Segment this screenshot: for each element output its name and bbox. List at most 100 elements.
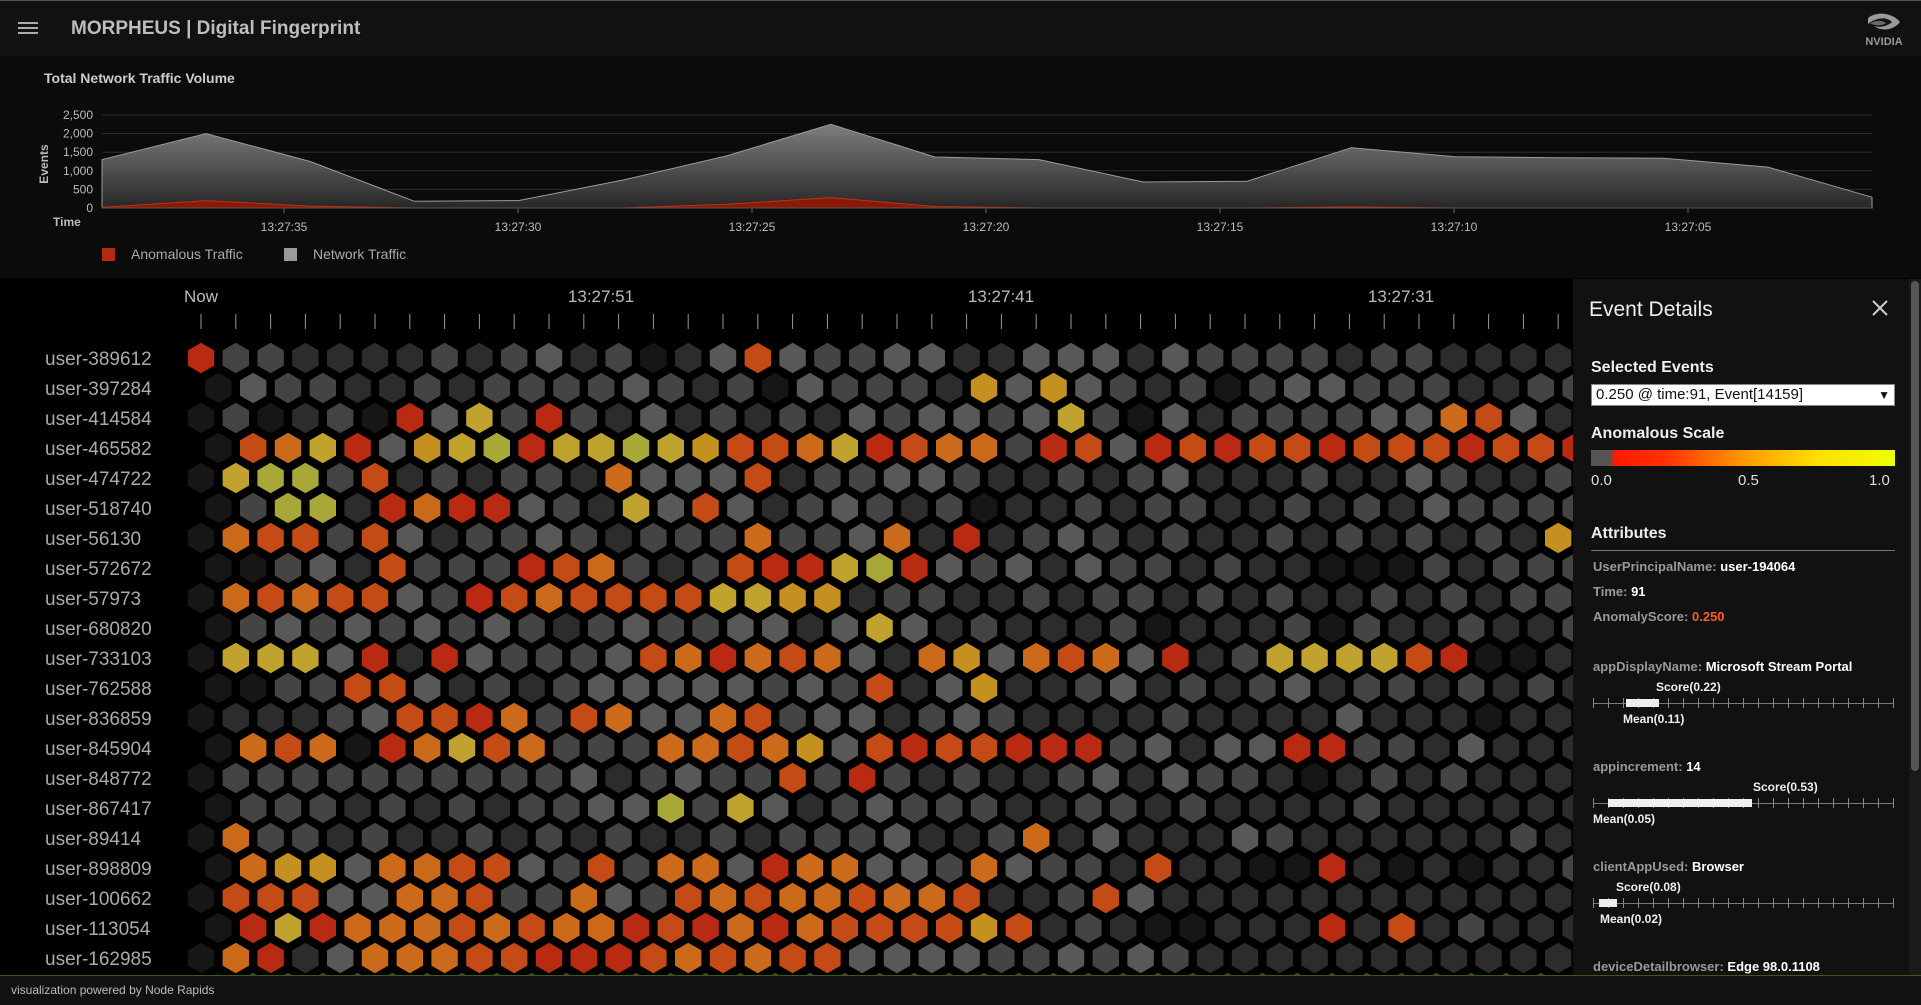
scrollbar-thumb[interactable] [1911, 281, 1919, 771]
event-hex-cell[interactable] [866, 612, 893, 644]
event-hex-cell[interactable] [1301, 522, 1328, 554]
event-hex-cell[interactable] [918, 522, 945, 554]
event-hex-cell[interactable] [205, 552, 232, 584]
event-hex-cell[interactable] [222, 762, 249, 794]
event-hex-cell[interactable] [1162, 402, 1189, 434]
event-hex-cell[interactable] [901, 432, 928, 464]
event-hex-cell[interactable] [414, 912, 441, 944]
event-hex-cell[interactable] [1231, 762, 1259, 794]
event-hex-cell[interactable] [501, 942, 528, 974]
event-hex-cell[interactable] [1353, 432, 1380, 464]
event-hex-cell[interactable] [709, 522, 737, 554]
event-hex-cell[interactable] [240, 732, 267, 764]
event-hex-cell[interactable] [692, 672, 719, 704]
event-hex-cell[interactable] [309, 492, 336, 524]
event-hex-cell[interactable] [692, 612, 719, 644]
event-hex-cell[interactable] [1023, 582, 1050, 614]
event-hex-cell[interactable] [675, 642, 702, 674]
event-hex-cell[interactable] [448, 432, 476, 464]
event-hex-cell[interactable] [640, 882, 667, 914]
event-hex-cell[interactable] [1510, 582, 1537, 614]
event-hex-cell[interactable] [1301, 462, 1328, 494]
event-hex-cell[interactable] [1440, 522, 1467, 554]
event-hex-cell[interactable] [1179, 552, 1206, 584]
event-hex-cell[interactable] [1510, 402, 1537, 434]
event-hex-cell[interactable] [414, 672, 441, 704]
event-hex-cell[interactable] [1423, 912, 1450, 944]
event-hex-cell[interactable] [1510, 762, 1537, 794]
event-hex-cell[interactable] [448, 732, 476, 764]
event-hex-cell[interactable] [396, 342, 423, 374]
event-hex-cell[interactable] [1353, 672, 1380, 704]
event-hex-cell[interactable] [1266, 882, 1293, 914]
event-hex-cell[interactable] [970, 732, 998, 764]
event-hex-cell[interactable] [535, 822, 563, 854]
event-hex-cell[interactable] [988, 702, 1015, 734]
event-hex-cell[interactable] [1040, 912, 1067, 944]
user-row-label[interactable]: user-113054 [45, 919, 151, 940]
event-hex-cell[interactable] [344, 852, 371, 884]
event-hex-cell[interactable] [344, 432, 371, 464]
event-hex-cell[interactable] [257, 402, 284, 434]
event-hex-cell[interactable] [796, 672, 824, 704]
event-hex-cell[interactable] [1057, 822, 1085, 854]
event-hex-cell[interactable] [1040, 732, 1067, 764]
event-hex-cell[interactable] [205, 732, 232, 764]
event-hex-cell[interactable] [1353, 612, 1380, 644]
event-hex-cell[interactable] [1492, 372, 1520, 404]
event-hex-cell[interactable] [744, 522, 771, 554]
event-hex-cell[interactable] [501, 522, 528, 554]
event-hex-cell[interactable] [849, 642, 876, 674]
event-hex-cell[interactable] [1197, 822, 1224, 854]
event-hex-cell[interactable] [1040, 432, 1067, 464]
event-hex-cell[interactable] [970, 852, 998, 884]
event-hex-cell[interactable] [274, 672, 302, 704]
event-hex-cell[interactable] [1353, 912, 1380, 944]
event-hex-cell[interactable] [936, 552, 963, 584]
event-hex-cell[interactable] [257, 582, 284, 614]
event-hex-cell[interactable] [1144, 672, 1172, 704]
event-hex-cell[interactable] [257, 882, 284, 914]
event-hex-cell[interactable] [1266, 942, 1293, 974]
event-hex-cell[interactable] [327, 582, 354, 614]
event-hex-cell[interactable] [918, 402, 945, 434]
event-hex-cell[interactable] [744, 402, 771, 434]
event-hex-cell[interactable] [1318, 912, 1346, 944]
event-hex-cell[interactable] [709, 882, 737, 914]
event-hex-cell[interactable] [622, 612, 650, 644]
event-hex-cell[interactable] [605, 882, 632, 914]
event-hex-cell[interactable] [814, 822, 841, 854]
user-row-label[interactable]: user-848772 [45, 769, 152, 790]
event-hex-cell[interactable] [1475, 702, 1502, 734]
event-hex-cell[interactable] [605, 522, 632, 554]
event-hex-cell[interactable] [988, 942, 1015, 974]
event-hex-cell[interactable] [1214, 432, 1241, 464]
event-hex-cell[interactable] [292, 822, 319, 854]
event-hex-cell[interactable] [1249, 852, 1276, 884]
event-hex-cell[interactable] [762, 792, 789, 824]
event-hex-cell[interactable] [1545, 942, 1572, 974]
event-hex-cell[interactable] [953, 402, 980, 434]
event-hex-cell[interactable] [205, 672, 232, 704]
event-hex-cell[interactable] [553, 852, 580, 884]
event-hex-cell[interactable] [1336, 822, 1363, 854]
event-hex-cell[interactable] [970, 552, 998, 584]
event-hex-cell[interactable] [1092, 582, 1119, 614]
event-hex-cell[interactable] [483, 492, 510, 524]
event-hex-cell[interactable] [605, 462, 632, 494]
event-hex-cell[interactable] [988, 822, 1015, 854]
event-hex-cell[interactable] [1371, 762, 1398, 794]
event-hex-cell[interactable] [1231, 882, 1259, 914]
event-hex-cell[interactable] [570, 582, 597, 614]
event-hex-cell[interactable] [1162, 942, 1189, 974]
event-hex-cell[interactable] [988, 342, 1015, 374]
event-hex-cell[interactable] [222, 462, 249, 494]
event-hex-cell[interactable] [187, 342, 215, 374]
event-hex-cell[interactable] [1388, 732, 1415, 764]
event-hex-cell[interactable] [1197, 762, 1224, 794]
event-hex-cell[interactable] [1144, 552, 1172, 584]
event-hex-cell[interactable] [988, 402, 1015, 434]
event-hex-cell[interactable] [309, 672, 336, 704]
event-hex-cell[interactable] [883, 822, 911, 854]
event-hex-cell[interactable] [483, 552, 510, 584]
